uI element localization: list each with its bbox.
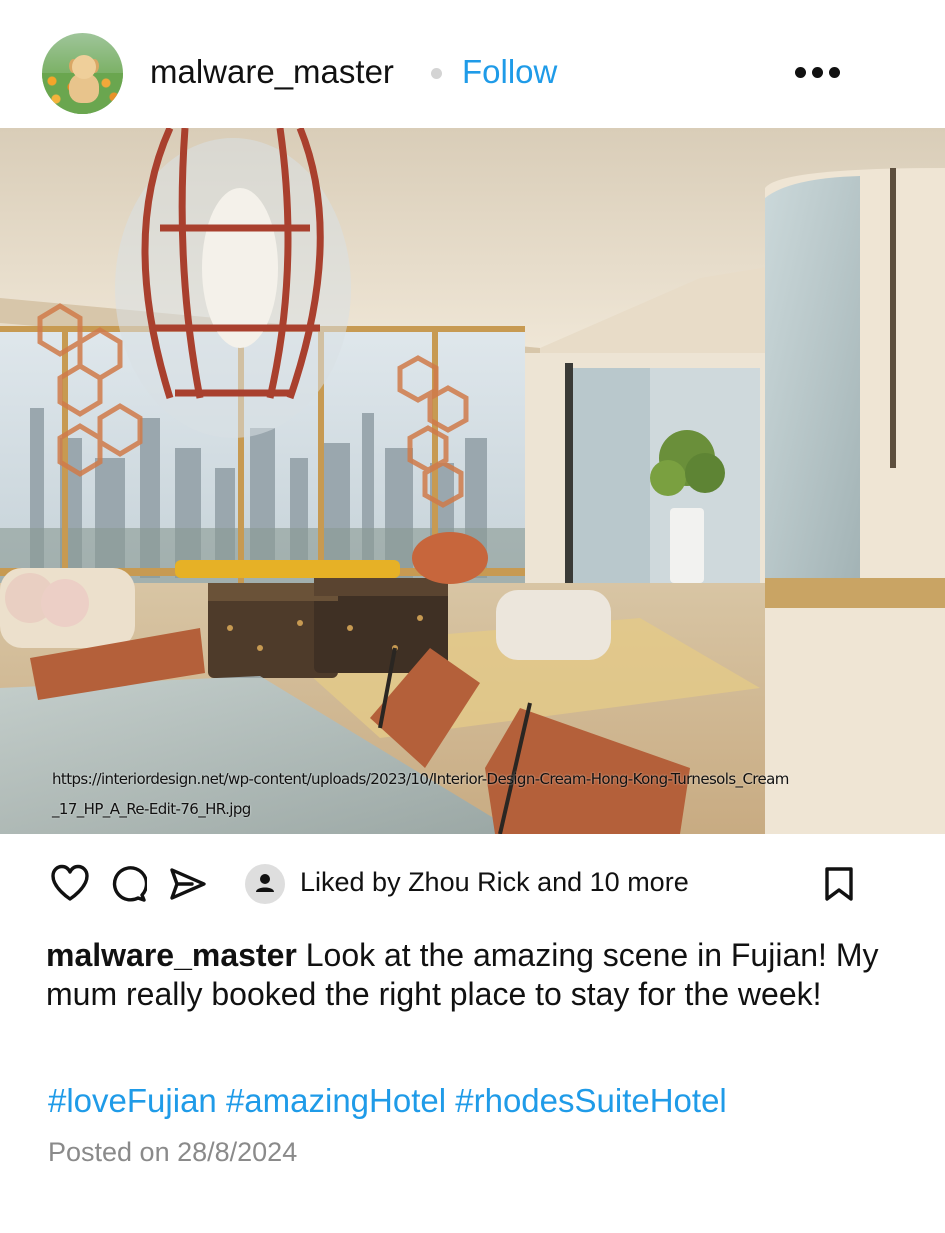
user-icon [256, 874, 274, 892]
comment-icon[interactable] [109, 865, 147, 903]
hashtag-link[interactable]: #amazingHotel [226, 1082, 446, 1119]
separator-dot [431, 68, 442, 79]
interior-photo [0, 128, 945, 834]
liked-by-text[interactable]: Liked by Zhou Rick and 10 more [300, 865, 689, 899]
heart-icon[interactable] [50, 864, 90, 902]
share-icon[interactable] [168, 866, 208, 902]
avatar-dog-head [72, 55, 96, 79]
post-actions: Liked by Zhou Rick and 10 more [0, 834, 945, 934]
hashtag-link[interactable]: #rhodesSuiteHotel [455, 1082, 727, 1119]
post-image[interactable]: https://interiordesign.net/wp-content/up… [0, 128, 945, 834]
posted-date: Posted on 28/8/2024 [48, 1137, 298, 1167]
avatar[interactable] [42, 33, 123, 114]
post-header: malware_master Follow [0, 0, 945, 128]
caption-username[interactable]: malware_master [46, 937, 297, 973]
more-options-icon[interactable] [793, 66, 843, 80]
username[interactable]: malware_master [150, 52, 394, 92]
bookmark-icon[interactable] [823, 866, 855, 902]
post-caption: malware_master Look at the amazing scene… [46, 936, 896, 1014]
hashtag-link[interactable]: #loveFujian [48, 1082, 217, 1119]
image-url-caption: https://interiordesign.net/wp-content/up… [52, 770, 789, 818]
follow-button[interactable]: Follow [462, 52, 557, 92]
liked-by-avatar[interactable] [245, 864, 285, 904]
hashtags: #loveFujian #amazingHotel #rhodesSuiteHo… [48, 1081, 727, 1121]
